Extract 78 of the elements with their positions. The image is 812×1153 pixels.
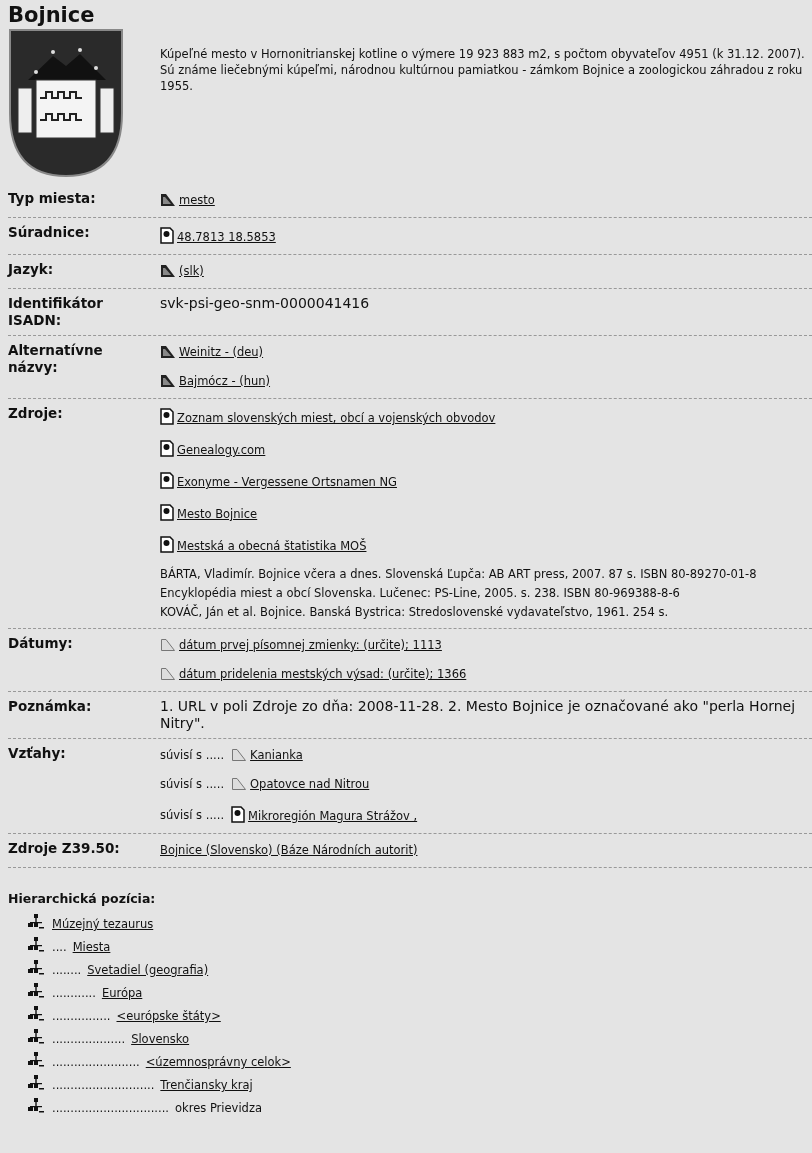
tree-icon	[26, 1006, 46, 1023]
triangle-icon	[160, 374, 176, 388]
leader-dots: ........	[52, 963, 82, 977]
document-icon	[160, 227, 174, 244]
hierarchy-link[interactable]: Svetadiel (geografia)	[87, 963, 209, 977]
field-label: Jazyk:	[8, 261, 55, 279]
triangle-icon	[160, 638, 176, 652]
link[interactable]: mesto	[179, 193, 215, 207]
relation-label: súvisí s .....	[160, 777, 225, 791]
field-label: Vzťahy:	[8, 745, 67, 763]
hierarchy-link[interactable]: <územnosprávny celok>	[145, 1055, 291, 1069]
link[interactable]: Zoznam slovenských miest, obcí a vojenských obvodov	[177, 411, 496, 425]
link[interactable]: Bajmócz - (hun)	[179, 374, 271, 388]
relation-label: súvisí s .....	[160, 748, 225, 762]
triangle-icon	[231, 777, 248, 791]
section-title: Hierarchická pozícia:	[8, 891, 156, 906]
link[interactable]: (slk)	[179, 264, 204, 278]
citation-text: BÁRTA, Vladimír. Bojnice včera a dnes. Slovenská Ľupča: AB ART press, 2007. 87 s. ISBN 80-89270-01-8	[160, 565, 758, 583]
link[interactable]: dátum prvej písomnej zmienky: (určite); 1113	[179, 638, 442, 652]
tree-icon	[26, 937, 46, 954]
tree-icon	[26, 1029, 46, 1046]
document-icon	[160, 440, 174, 457]
note-text: 1. URL v poli Zdroje zo dňa: 2008-11-28. 2. Mesto Bojnice je označované ako "perla Hornej Nitry".	[160, 698, 797, 732]
link[interactable]: Mesto Bojnice	[177, 507, 258, 521]
tree-icon	[26, 914, 46, 931]
tree-icon	[26, 1098, 46, 1115]
document-icon	[231, 806, 246, 823]
link[interactable]: Bojnice (Slovensko) (Báze Národních autorit)	[160, 843, 418, 857]
field-label: Typ miesta:	[8, 190, 97, 208]
link[interactable]: Weinitz - (deu)	[179, 345, 264, 359]
link[interactable]: Genealogy.com	[177, 443, 266, 457]
hierarchy-link[interactable]: Miesta	[72, 940, 111, 954]
citation-text: KOVÁČ, Ján et al. Bojnice. Banská Bystrica: Stredoslovenské vydavateľstvo, 1961. 254 s.	[160, 603, 670, 621]
field-label: Zdroje Z39.50:	[8, 840, 121, 858]
leader-dots: ............	[52, 986, 96, 1000]
leader-dots: ................	[52, 1009, 111, 1023]
description-text: Kúpeľné mesto v Hornonitrianskej kotline o výmere 19 923 883 m2, s počtom obyvateľov 4951 (k 31.12. 2007). Sú známe liečebnými kúpeľmi, národnou kultúrnou pamiatkou - zámkom Bojnice a zoologickou záhradou z roku 1955.	[160, 46, 806, 95]
link[interactable]: Mestská a obecná štatistika MOŠ	[177, 539, 367, 553]
hierarchy-link[interactable]: Trenčiansky kraj	[160, 1078, 253, 1092]
link[interactable]: dátum pridelenia mestských výsad: (určite); 1366	[179, 667, 467, 681]
relation-label: súvisí s .....	[160, 807, 225, 822]
tree-icon	[26, 1052, 46, 1069]
triangle-icon	[160, 667, 176, 681]
tree-icon	[26, 983, 46, 1000]
link[interactable]: Exonyme - Vergessene Ortsnamen NG	[177, 475, 397, 489]
citation-text: Encyklopédia miest a obcí Slovenska. Lučenec: PS-Line, 2005. s. 238. ISBN 80-969388-8-6	[160, 585, 681, 602]
field-label: Alternatívne názvy:	[8, 342, 104, 377]
hierarchy-link[interactable]: <európske štáty>	[116, 1009, 221, 1023]
triangle-icon	[160, 345, 176, 359]
field-label: Dátumy:	[8, 635, 74, 653]
field-label: Zdroje:	[8, 405, 64, 423]
document-icon	[160, 536, 174, 553]
note-text: svk-psi-geo-snm-0000041416	[160, 295, 371, 312]
hierarchy-link[interactable]: Slovensko	[131, 1032, 190, 1046]
triangle-icon	[160, 193, 176, 207]
link[interactable]: Mikroregión Magura Strážov ,	[248, 809, 418, 823]
field-label: Súradnice:	[8, 224, 91, 242]
document-icon	[160, 504, 174, 521]
hierarchy-link[interactable]: Európa	[101, 986, 143, 1000]
leader-dots: ....	[52, 940, 67, 954]
leader-dots: ........................	[52, 1055, 140, 1069]
field-label: Poznámka:	[8, 698, 93, 716]
hierarchy-link[interactable]: Múzejný tezaurus	[52, 917, 154, 931]
field-label: Identifikátor ISADN:	[8, 295, 104, 329]
link[interactable]: Opatovce nad Nitrou	[250, 777, 370, 791]
document-icon	[160, 408, 174, 425]
leader-dots: ............................	[52, 1078, 155, 1092]
triangle-icon	[160, 264, 176, 278]
document-icon	[160, 472, 174, 489]
leader-dots: ....................	[52, 1032, 126, 1046]
hierarchy-item: okres Prievidza	[175, 1101, 262, 1115]
page-title: Bojnice	[8, 2, 95, 28]
leader-dots: ................................	[52, 1101, 169, 1115]
tree-icon	[26, 1075, 46, 1092]
tree-icon	[26, 960, 46, 977]
triangle-icon	[231, 748, 248, 762]
link[interactable]: Kanianka	[250, 748, 303, 762]
link[interactable]: 48.7813 18.5853	[177, 230, 276, 244]
